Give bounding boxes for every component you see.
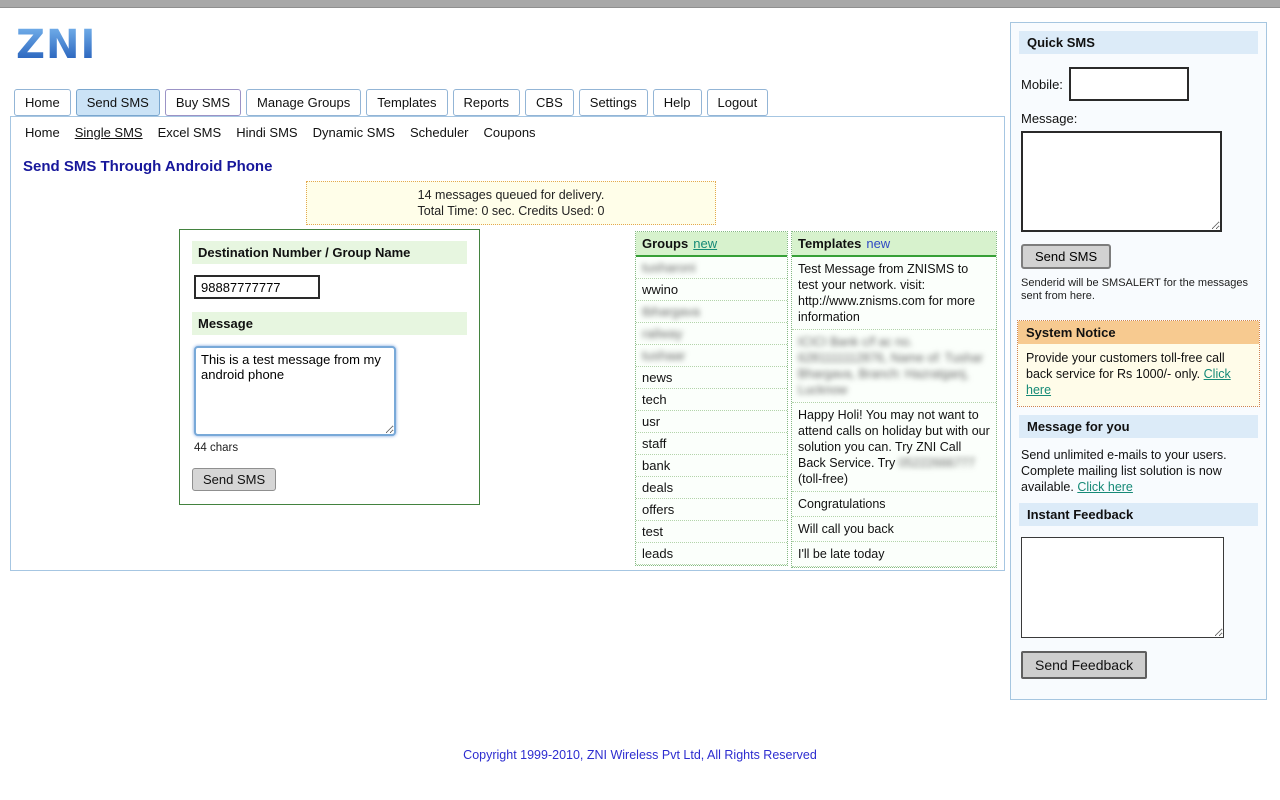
zni-sms-app: ZNI HomeSend SMSBuy SMSManage GroupsTemp… <box>0 0 1280 800</box>
group-item[interactable]: deals <box>636 477 787 499</box>
quick-sms-mobile-input[interactable] <box>1069 67 1189 101</box>
groups-new-link[interactable]: new <box>693 236 717 251</box>
system-notice-title: System Notice <box>1018 321 1259 344</box>
group-item[interactable]: leads <box>636 543 787 565</box>
templates-list: Test Message from ZNISMS to test your ne… <box>792 257 996 567</box>
queue-status-notice: 14 messages queued for delivery. Total T… <box>306 181 716 225</box>
subnav-link[interactable]: Hindi SMS <box>236 125 297 140</box>
subnav-link[interactable]: Coupons <box>484 125 536 140</box>
group-item[interactable]: test <box>636 521 787 543</box>
right-sidebar: Quick SMS Mobile: Message: Send SMS Send… <box>1010 22 1267 700</box>
nav-tab[interactable]: Templates <box>366 89 447 116</box>
quick-sms-message-textarea[interactable] <box>1021 131 1222 232</box>
redacted-text: 05222666777 <box>899 456 975 470</box>
nav-tab[interactable]: Reports <box>453 89 521 116</box>
subnav-link[interactable]: Home <box>25 125 60 140</box>
redacted-text: tusharoni <box>642 260 695 275</box>
templates-title: Templates <box>798 236 861 251</box>
system-notice-box: System Notice Provide your customers tol… <box>1017 320 1260 407</box>
nav-tab[interactable]: Help <box>653 89 702 116</box>
templates-header: Templates new <box>792 232 996 257</box>
subnav-link[interactable]: Excel SMS <box>158 125 222 140</box>
templates-new-link[interactable]: new <box>866 236 890 251</box>
nav-tab[interactable]: Buy SMS <box>165 89 241 116</box>
nav-tab[interactable]: Home <box>14 89 71 116</box>
group-item[interactable]: tusharoni <box>636 257 787 279</box>
template-item[interactable]: Congratulations <box>792 492 996 517</box>
sub-nav: Home Single SMS Excel SMS Hindi SMS Dynamic … <box>11 117 1004 146</box>
group-item[interactable]: usr <box>636 411 787 433</box>
feedback-textarea[interactable] <box>1021 537 1224 638</box>
quick-sms-send-button[interactable]: Send SMS <box>1021 244 1111 269</box>
nav-tab[interactable]: CBS <box>525 89 574 116</box>
template-item[interactable]: Will call you back <box>792 517 996 542</box>
groups-list: tusharoni wwino tbhargava railway tushaar new… <box>636 257 787 565</box>
group-item[interactable]: offers <box>636 499 787 521</box>
queue-status-line1: 14 messages queued for delivery. <box>311 187 711 203</box>
system-notice-body: Provide your customers toll-free call ba… <box>1018 344 1259 406</box>
message-label: Message <box>192 312 467 335</box>
group-item[interactable]: tech <box>636 389 787 411</box>
template-item[interactable]: Happy Holi! You may not want to attend c… <box>792 403 996 492</box>
group-item[interactable]: railway <box>636 323 787 345</box>
nav-tab[interactable]: Manage Groups <box>246 89 361 116</box>
message-for-you-title: Message for you <box>1019 415 1258 438</box>
nav-tab[interactable]: Send SMS <box>76 89 160 116</box>
main-nav: HomeSend SMSBuy SMSManage GroupsTemplate… <box>14 89 768 116</box>
page-title: Send SMS Through Android Phone <box>23 158 1004 175</box>
groups-header: Groups new <box>636 232 787 257</box>
send-sms-form: Destination Number / Group Name Message … <box>179 229 480 505</box>
redacted-text: tushaar <box>642 348 685 363</box>
group-item[interactable]: tushaar <box>636 345 787 367</box>
quick-sms-message-label: Message: <box>1021 111 1258 126</box>
templates-panel: Templates new Test Message from ZNISMS to… <box>791 231 997 568</box>
groups-panel: Groups new tusharoni wwino tbhargava railway… <box>635 231 788 566</box>
zni-logo: ZNI <box>16 22 96 68</box>
group-item[interactable]: news <box>636 367 787 389</box>
instant-feedback-title: Instant Feedback <box>1019 503 1258 526</box>
group-item[interactable]: tbhargava <box>636 301 787 323</box>
send-feedback-button[interactable]: Send Feedback <box>1021 651 1147 679</box>
redacted-text: ICICI Bank c/f ac no. 6281111112876, Nam… <box>798 335 983 397</box>
window-top-bar <box>0 0 1280 8</box>
char-count: 44 chars <box>194 442 467 454</box>
quick-sms-mobile-row: Mobile: <box>1021 67 1258 101</box>
template-item[interactable]: I'll be late today <box>792 542 996 567</box>
queue-status-line2: Total Time: 0 sec. Credits Used: 0 <box>311 203 711 219</box>
quick-sms-senderid-note: Senderid will be SMSALERT for the messag… <box>1021 277 1254 303</box>
group-item[interactable]: wwino <box>636 279 787 301</box>
subnav-link[interactable]: Dynamic SMS <box>313 125 395 140</box>
message-for-you-body: Send unlimited e-mails to your users. Co… <box>1021 447 1254 495</box>
send-sms-button[interactable]: Send SMS <box>192 468 276 491</box>
groups-title: Groups <box>642 236 688 251</box>
redacted-text: railway <box>642 326 682 341</box>
destination-label: Destination Number / Group Name <box>192 241 467 264</box>
copyright-footer: Copyright 1999-2010, ZNI Wireless Pvt Lt… <box>0 748 1280 762</box>
message-textarea[interactable]: This is a test message from my android p… <box>194 346 396 436</box>
nav-tab[interactable]: Settings <box>579 89 648 116</box>
quick-sms-title: Quick SMS <box>1019 31 1258 54</box>
mobile-label: Mobile: <box>1021 77 1063 92</box>
destination-input[interactable] <box>194 275 320 299</box>
main-content-panel: Home Single SMS Excel SMS Hindi SMS Dynamic … <box>10 116 1005 571</box>
group-item[interactable]: bank <box>636 455 787 477</box>
group-item[interactable]: staff <box>636 433 787 455</box>
redacted-text: tbhargava <box>642 304 700 319</box>
nav-tab[interactable]: Logout <box>707 89 769 116</box>
system-notice-text: Provide your customers toll-free call ba… <box>1026 351 1225 381</box>
template-item[interactable]: ICICI Bank c/f ac no. 6281111112876, Nam… <box>792 330 996 403</box>
message-for-you-click-here-link[interactable]: Click here <box>1077 480 1133 494</box>
subnav-link[interactable]: Scheduler <box>410 125 469 140</box>
subnav-link[interactable]: Single SMS <box>75 125 143 140</box>
template-item[interactable]: Test Message from ZNISMS to test your ne… <box>792 257 996 330</box>
